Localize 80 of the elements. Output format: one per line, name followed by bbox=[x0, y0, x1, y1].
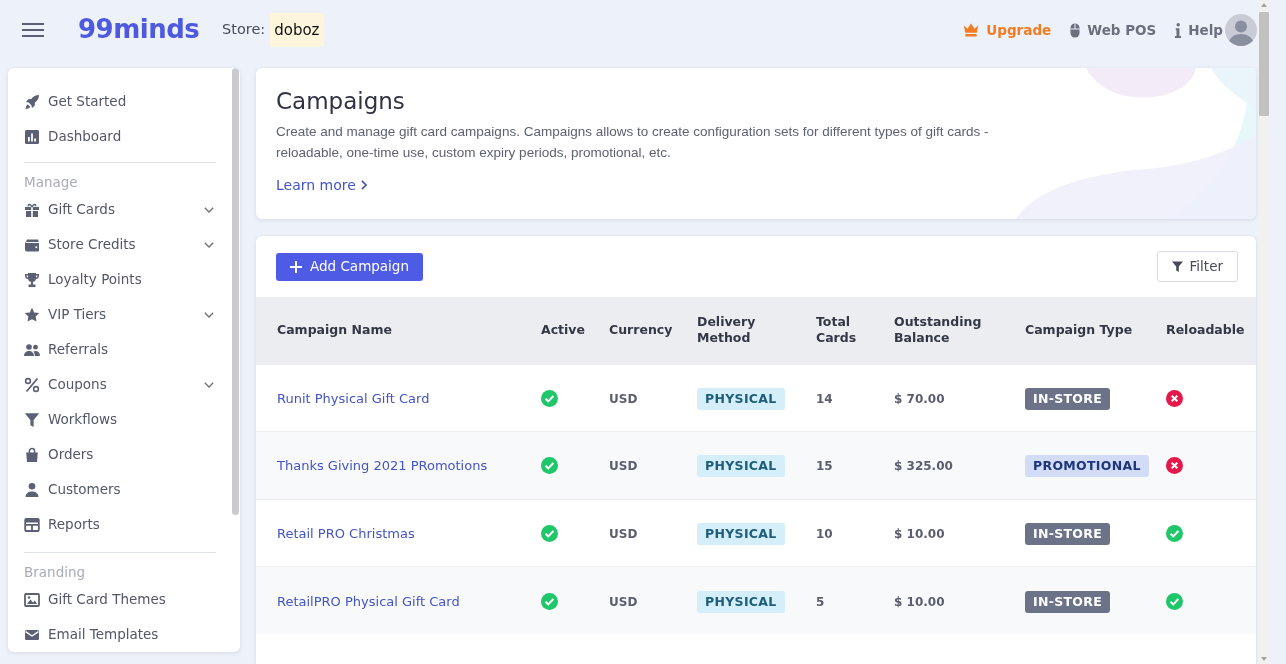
campaign-link[interactable]: Retail PRO Christmas bbox=[277, 525, 415, 541]
sidebar-item[interactable]: Customers bbox=[24, 472, 216, 507]
chevron-right-icon bbox=[360, 180, 367, 190]
star-icon bbox=[24, 306, 40, 323]
delivery-method-tag: PHYSICAL bbox=[697, 590, 785, 613]
percent-icon bbox=[24, 376, 40, 393]
sidebar-item[interactable]: Workflows bbox=[24, 402, 216, 437]
campaign-type-tag: IN-STORE bbox=[1025, 387, 1111, 410]
sidebar-item[interactable]: Get Started bbox=[24, 84, 216, 119]
page-title: Campaigns bbox=[276, 87, 406, 116]
balance-text: $ 325.00 bbox=[894, 459, 953, 474]
column-header: Active bbox=[541, 322, 586, 339]
sidebar-item[interactable]: Reports bbox=[24, 507, 216, 542]
funnel-icon bbox=[1171, 261, 1183, 272]
sidebar-item[interactable]: Email Templates bbox=[24, 617, 216, 652]
campaign-link[interactable]: RetailPRO Physical Gift Card bbox=[277, 593, 460, 609]
total-cards-text: 10 bbox=[816, 526, 833, 541]
filter-button[interactable]: Filter bbox=[1156, 251, 1238, 282]
funnel-icon bbox=[24, 411, 40, 428]
column-header: Outstanding Balance bbox=[894, 314, 983, 347]
currency-text: USD bbox=[609, 459, 638, 474]
plus-icon bbox=[290, 260, 302, 273]
page-description: Create and manage gift card campaigns. Campaigns allows to create configuration sets for different types of gift cards - reloadable, one-time use, custom expiry periods, promotional, etc. bbox=[276, 123, 990, 162]
grid-icon bbox=[24, 516, 40, 533]
currency-text: USD bbox=[609, 526, 638, 541]
campaign-link[interactable]: Thanks Giving 2021 PRomotions bbox=[277, 458, 488, 474]
mouse-icon bbox=[1070, 22, 1081, 38]
sidebar-heading: Branding bbox=[24, 563, 87, 582]
delivery-method-tag: PHYSICAL bbox=[697, 455, 785, 478]
page-scrollbar[interactable] bbox=[1258, 0, 1270, 664]
avatar-icon[interactable] bbox=[1225, 14, 1257, 46]
total-cards-text: 14 bbox=[816, 391, 833, 406]
balance-text: $ 70.00 bbox=[894, 391, 945, 406]
sidebar-item[interactable]: Coupons bbox=[24, 367, 216, 402]
delivery-method-tag: PHYSICAL bbox=[697, 387, 785, 410]
currency-text: USD bbox=[609, 391, 638, 406]
add-campaign-button[interactable]: Add Campaign bbox=[276, 252, 423, 281]
person-icon bbox=[24, 481, 40, 498]
sidebar-item[interactable]: Orders bbox=[24, 437, 216, 472]
info-icon bbox=[1175, 22, 1182, 38]
trophy-icon bbox=[24, 271, 40, 288]
image-icon bbox=[24, 591, 40, 608]
total-cards-text: 15 bbox=[816, 459, 833, 474]
sidebar-item[interactable]: Loyalty Points bbox=[24, 262, 216, 297]
campaign-type-tag: IN-STORE bbox=[1025, 522, 1111, 545]
column-header: Campaign Type bbox=[1025, 322, 1134, 339]
sidebar-item[interactable]: Referrals bbox=[24, 332, 216, 367]
menu-icon[interactable] bbox=[22, 22, 44, 38]
topbar-link[interactable]: Web POS bbox=[1070, 19, 1157, 41]
sidebar-scrollbar[interactable] bbox=[232, 68, 239, 515]
balance-text: $ 10.00 bbox=[894, 594, 945, 609]
column-header: Currency bbox=[609, 322, 674, 339]
sidebar-item[interactable]: VIP Tiers bbox=[24, 297, 216, 332]
learn-more-link[interactable]: Learn more bbox=[276, 174, 367, 196]
topbar-link[interactable]: Help bbox=[1175, 19, 1223, 41]
campaign-link[interactable]: Runit Physical Gift Card bbox=[277, 390, 430, 406]
people-icon bbox=[24, 341, 40, 358]
bar-chart-icon bbox=[24, 128, 40, 145]
total-cards-text: 5 bbox=[816, 594, 825, 609]
sidebar-item[interactable]: Store Credits bbox=[24, 227, 216, 262]
rocket-icon bbox=[24, 93, 40, 110]
column-header: Reloadable bbox=[1166, 322, 1246, 339]
column-header: Total Cards bbox=[816, 314, 858, 347]
sidebar-item[interactable]: Dashboard bbox=[24, 119, 216, 154]
balance-text: $ 10.00 bbox=[894, 526, 945, 541]
store-label: Store: bbox=[222, 20, 266, 40]
sidebar-item[interactable]: Gift Cards bbox=[24, 192, 216, 227]
delivery-method-tag: PHYSICAL bbox=[697, 522, 785, 545]
crown-icon bbox=[963, 23, 980, 37]
brand-logo[interactable]: 99minds bbox=[78, 13, 200, 44]
column-header: Campaign Name bbox=[277, 322, 393, 339]
store-name: doboz bbox=[270, 12, 324, 48]
gift-icon bbox=[24, 201, 40, 218]
column-header: Delivery Method bbox=[697, 314, 757, 347]
currency-text: USD bbox=[609, 594, 638, 609]
bag-icon bbox=[24, 446, 40, 463]
sidebar-item[interactable]: Gift Card Themes bbox=[24, 582, 216, 617]
campaign-type-tag: IN-STORE bbox=[1025, 590, 1111, 613]
sidebar-heading: Manage bbox=[24, 173, 79, 192]
campaign-type-tag: PROMOTIONAL bbox=[1025, 455, 1149, 478]
